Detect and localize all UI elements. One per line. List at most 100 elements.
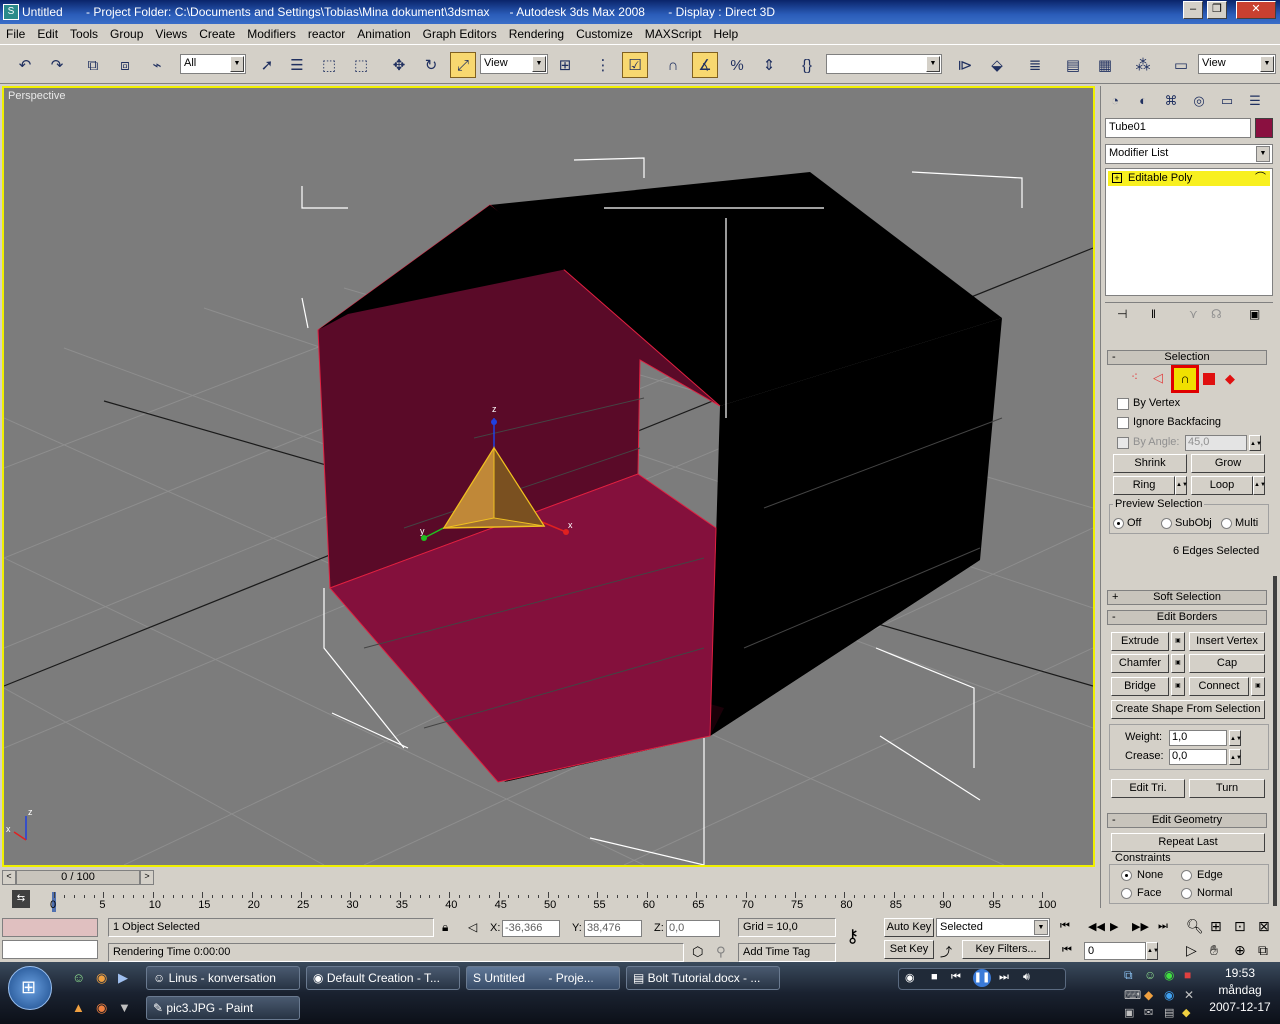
create-shape-from-selection-button[interactable]: Create Shape From Selection	[1111, 700, 1265, 719]
menu-maxscript[interactable]: MAXScript	[639, 27, 708, 41]
tray-mail-icon[interactable]: ✉	[1144, 1006, 1153, 1019]
show-end-result-icon[interactable]: ‖	[1151, 307, 1156, 321]
window-crossing-icon[interactable]: ⬚	[348, 52, 374, 78]
move-icon[interactable]: ✥	[386, 52, 412, 78]
menu-views[interactable]: Views	[149, 27, 193, 41]
redo-icon[interactable]: ↷	[44, 52, 70, 78]
modifier-stack[interactable]: + Editable Poly ⌒	[1105, 168, 1273, 296]
vertex-mode-icon[interactable]: ⁖	[1131, 370, 1138, 384]
adaptive-degradation-icon[interactable]: ⚲	[716, 944, 726, 960]
menu-tools[interactable]: Tools	[64, 27, 104, 41]
ignore-backfacing-checkbox[interactable]	[1117, 417, 1129, 429]
polygon-mode-icon[interactable]	[1203, 373, 1215, 385]
tray-shield-icon[interactable]: ◆	[1144, 988, 1153, 1002]
close-button[interactable]: ✕	[1236, 1, 1276, 19]
key-filters-button[interactable]: Key Filters...	[962, 940, 1050, 959]
next-frame-icon[interactable]: ▶▶	[1132, 920, 1149, 933]
auto-key-button[interactable]: Auto Key	[884, 918, 934, 937]
loop-spinner[interactable]: ▲▼	[1253, 476, 1266, 495]
object-name-field[interactable]: Tube01	[1105, 118, 1251, 138]
x-coordinate-field[interactable]: -36,366	[502, 920, 560, 937]
view-select-dropdown[interactable]: View ▼	[1198, 54, 1276, 74]
field-of-view-icon[interactable]: ▷	[1186, 942, 1197, 959]
reference-coord-dropdown[interactable]: View ▼	[480, 54, 548, 74]
zoom-icon[interactable]: 🔍︎	[1186, 918, 1204, 935]
remove-modifier-icon[interactable]: ☊	[1211, 307, 1222, 321]
loop-button[interactable]: Loop	[1191, 476, 1253, 495]
by-angle-spinner[interactable]: ▲▼	[1249, 435, 1262, 451]
constraint-none-radio[interactable]	[1121, 870, 1132, 881]
turn-button[interactable]: Turn	[1189, 779, 1265, 798]
preview-subobj-radio[interactable]	[1161, 518, 1172, 529]
go-to-end-icon[interactable]: ⏭	[1158, 920, 1168, 933]
constraint-face-radio[interactable]	[1121, 888, 1132, 899]
hierarchy-tab-icon[interactable]: ⌘	[1159, 90, 1183, 112]
crease-field[interactable]: 0,0	[1169, 749, 1227, 765]
track-bar[interactable]: ⇆ 0 5 10 15 20 25 30 35 40 45 50 55 60 65 70 75 80 85 90 95…	[0, 886, 1095, 916]
insert-vertex-button[interactable]: Insert Vertex	[1189, 632, 1265, 651]
previous-frame-icon[interactable]: ◀◀	[1088, 920, 1105, 933]
bridge-settings-button[interactable]: ▣	[1171, 677, 1185, 696]
weight-field[interactable]: 1,0	[1169, 730, 1227, 746]
menu-edit[interactable]: Edit	[31, 27, 64, 41]
snaps-toggle-icon[interactable]: ∩	[660, 52, 686, 78]
lock-selection-icon[interactable]: 🔒︎	[442, 920, 448, 935]
perspective-viewport[interactable]: z y x z x Perspective	[2, 86, 1095, 867]
pin-stack-icon[interactable]: ⊣	[1117, 307, 1127, 321]
connect-settings-button[interactable]: ▣	[1251, 677, 1265, 696]
selection-filter-dropdown[interactable]: All ▼	[180, 54, 246, 74]
quicklaunch-vlc-icon[interactable]: ▲	[72, 1000, 85, 1015]
quicklaunch-browser-icon[interactable]: ◉	[96, 1000, 107, 1016]
menu-create[interactable]: Create	[193, 27, 241, 41]
weight-spinner[interactable]: ▲▼	[1229, 730, 1242, 746]
prev-frame-arrow-icon[interactable]: <	[2, 870, 16, 885]
task-3dsmax-untitled[interactable]: S Untitled - Proje...	[466, 966, 620, 990]
utilities-tab-icon[interactable]: ☰	[1243, 90, 1267, 112]
spinner-snap-icon[interactable]: ⇕	[756, 52, 782, 78]
soft-selection-rollout-header[interactable]: + Soft Selection	[1107, 590, 1267, 605]
task-linus-konversation[interactable]: ☺ Linus - konversation	[146, 966, 300, 990]
rectangular-selection-icon[interactable]: ⬚	[316, 52, 342, 78]
tray-tools-icon[interactable]: ✕	[1184, 988, 1194, 1002]
menu-graph-editors[interactable]: Graph Editors	[417, 27, 503, 41]
curve-editor-icon[interactable]: ▤	[1060, 52, 1086, 78]
by-angle-checkbox[interactable]	[1117, 437, 1129, 449]
render-scene-icon[interactable]: ▭	[1168, 52, 1194, 78]
zoom-extents-icon[interactable]: ⊡	[1234, 918, 1246, 935]
selection-rollout-header[interactable]: - Selection	[1107, 350, 1267, 365]
menu-modifiers[interactable]: Modifiers	[241, 27, 302, 41]
border-mode-icon[interactable]: ∩	[1171, 365, 1199, 393]
grow-button[interactable]: Grow	[1191, 454, 1265, 473]
rotate-icon[interactable]: ↻	[418, 52, 444, 78]
select-by-name-icon[interactable]: ☰	[284, 52, 310, 78]
menu-reactor[interactable]: reactor	[302, 27, 351, 41]
default-in-out-tangents-icon[interactable]: ⤴	[940, 943, 952, 960]
cap-button[interactable]: Cap	[1189, 654, 1265, 673]
extrude-settings-button[interactable]: ▣	[1171, 632, 1185, 651]
tray-printer-icon[interactable]: ▤	[1164, 1006, 1174, 1019]
tray-update-icon[interactable]: ◉	[1164, 968, 1174, 982]
edge-mode-icon[interactable]: ◁	[1153, 370, 1163, 386]
play-icon[interactable]: ▶	[1110, 920, 1118, 933]
minimize-button[interactable]: –	[1183, 1, 1203, 19]
schematic-view-icon[interactable]: ▦	[1092, 52, 1118, 78]
ring-spinner[interactable]: ▲▼	[1175, 476, 1188, 495]
select-object-icon[interactable]: ➚	[254, 52, 280, 78]
stack-item-editable-poly[interactable]: + Editable Poly ⌒	[1108, 171, 1270, 186]
task-paint[interactable]: ✎ pic3.JPG - Paint	[146, 996, 300, 1020]
quicklaunch-media-icon[interactable]: ▶	[118, 970, 128, 986]
app-icon[interactable]: S	[3, 4, 19, 20]
media-pause-icon[interactable]: ❚❚	[973, 969, 991, 987]
maxscript-input-mini[interactable]	[2, 940, 98, 959]
layer-manager-icon[interactable]: ≣	[1022, 52, 1048, 78]
constraint-normal-radio[interactable]	[1181, 888, 1192, 899]
media-prev-icon[interactable]: ⏮	[951, 971, 961, 984]
link-icon[interactable]: ⧉	[80, 52, 106, 78]
set-key-icon[interactable]: ⚷	[846, 926, 859, 947]
panel-scrollbar[interactable]	[1273, 576, 1277, 906]
crease-spinner[interactable]: ▲▼	[1229, 749, 1242, 765]
make-unique-icon[interactable]: ⋎	[1189, 307, 1198, 321]
shrink-button[interactable]: Shrink	[1113, 454, 1187, 473]
repeat-last-button[interactable]: Repeat Last	[1111, 833, 1265, 852]
edit-tri-button[interactable]: Edit Tri.	[1111, 779, 1185, 798]
